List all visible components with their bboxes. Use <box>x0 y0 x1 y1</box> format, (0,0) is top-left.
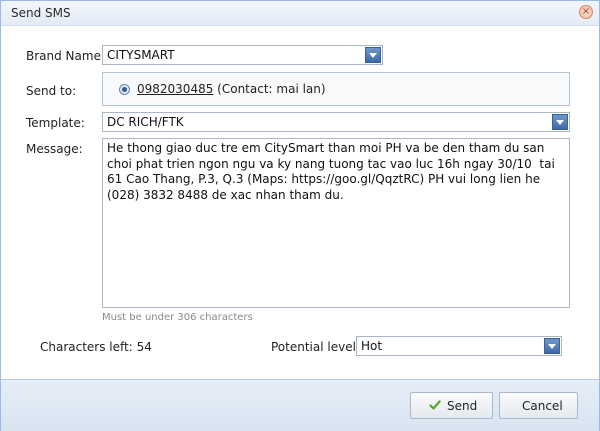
brand-name-select[interactable]: CITYSMART <box>102 45 383 65</box>
brand-name-value: CITYSMART <box>107 48 175 62</box>
brand-name-label: Brand Name: <box>26 49 106 63</box>
send-button-label: Send <box>447 399 478 413</box>
checkmark-icon <box>429 400 441 410</box>
send-button[interactable]: Send <box>410 392 493 419</box>
message-textarea[interactable]: He thong giao duc tre em CitySmart than … <box>102 138 570 308</box>
message-label: Message: <box>26 142 83 156</box>
close-icon[interactable]: × <box>579 5 593 19</box>
message-length-hint: Must be under 306 characters <box>102 312 253 323</box>
dialog-title: Send SMS <box>11 6 71 20</box>
message-text: He thong giao duc tre em CitySmart than … <box>107 141 559 202</box>
cancel-button[interactable]: Cancel <box>499 392 578 419</box>
recipient-text: 0982030485 (Contact: mai lan) <box>137 82 326 96</box>
recipient-radio[interactable] <box>119 84 130 95</box>
potential-level-value: Hot <box>361 339 383 353</box>
dialog-titlebar: Send SMS × <box>1 1 599 26</box>
template-label: Template: <box>26 116 85 130</box>
template-select[interactable]: DC RICH/FTK <box>102 112 570 132</box>
potential-level-label: Potential level: <box>271 340 360 354</box>
dialog-footer: Send Cancel <box>1 379 599 431</box>
template-value: DC RICH/FTK <box>107 115 184 129</box>
characters-left-text: Characters left: 54 <box>40 340 152 354</box>
send-to-box: 0982030485 (Contact: mai lan) <box>102 72 570 106</box>
potential-level-select[interactable]: Hot <box>356 336 562 356</box>
cancel-button-label: Cancel <box>522 399 563 413</box>
send-to-label: Send to: <box>26 84 77 98</box>
recipient-contact: (Contact: mai lan) <box>213 82 326 96</box>
chevron-down-icon[interactable] <box>552 114 568 130</box>
recipient-phone-link[interactable]: 0982030485 <box>137 82 213 96</box>
chevron-down-icon[interactable] <box>544 338 560 354</box>
send-sms-dialog: Send SMS × Brand Name: CITYSMART Send to… <box>0 0 600 431</box>
chevron-down-icon[interactable] <box>365 47 381 63</box>
